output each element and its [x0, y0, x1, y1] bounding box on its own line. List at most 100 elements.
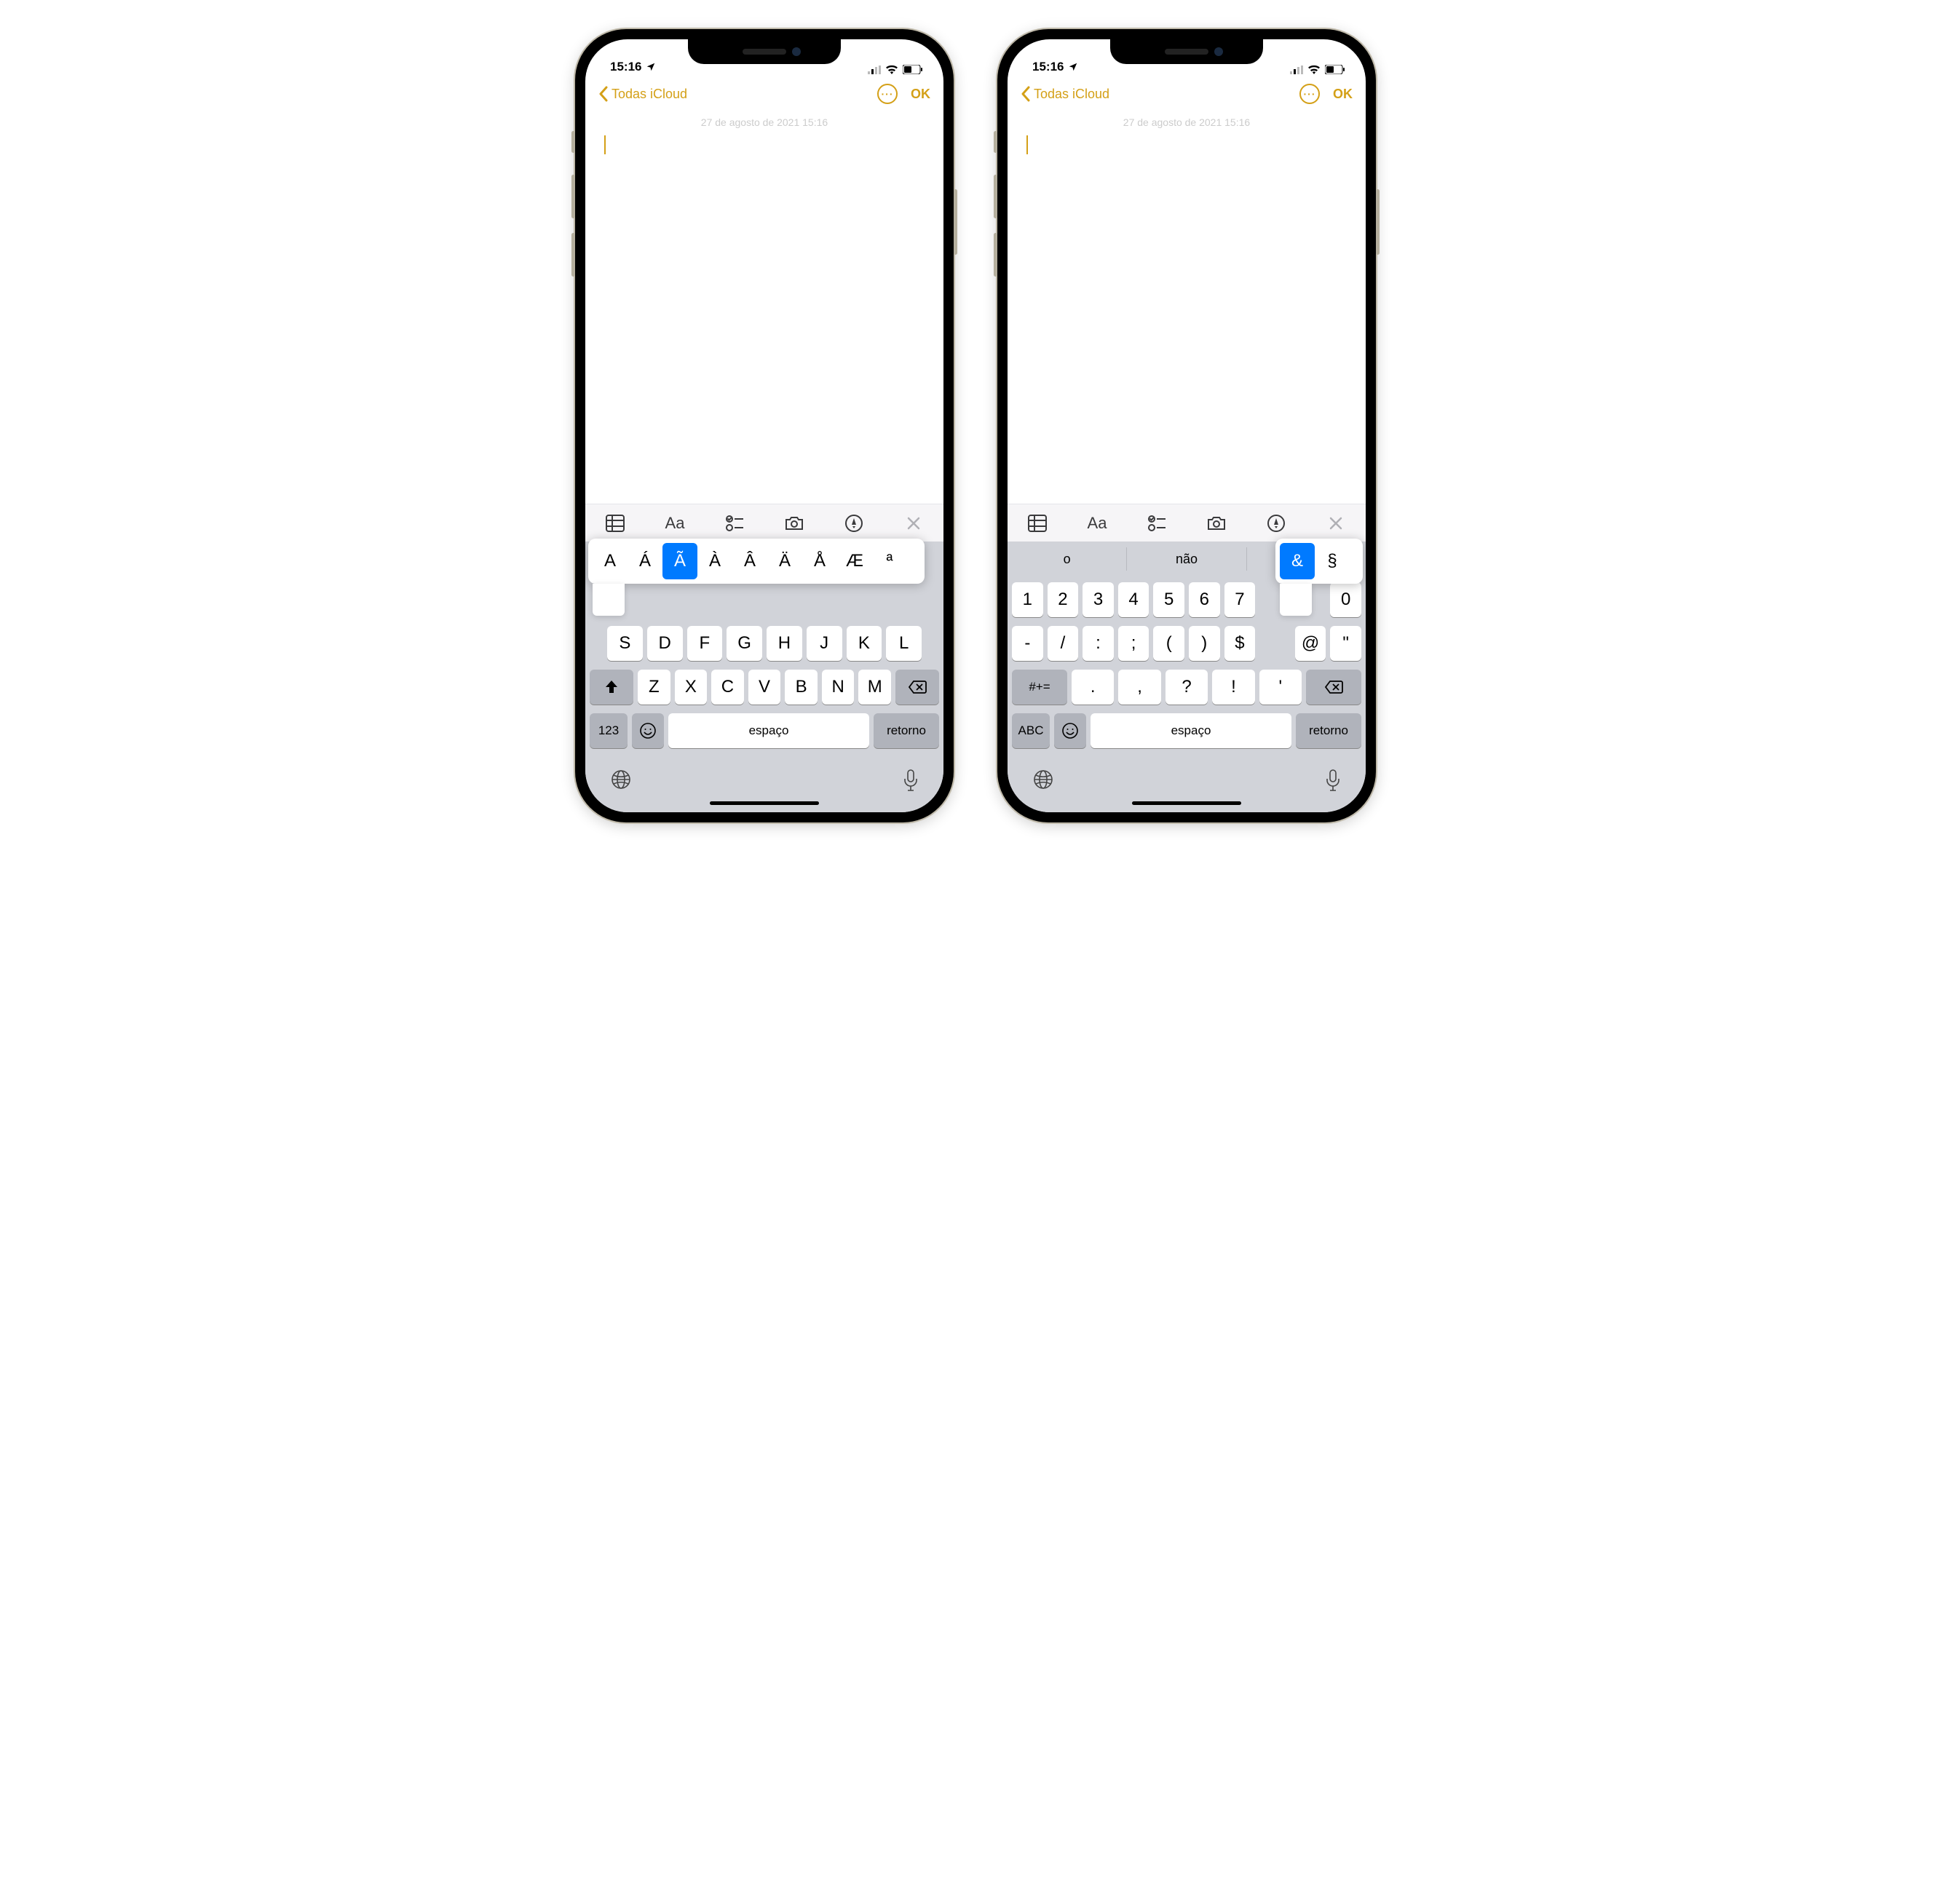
- space-key[interactable]: espaço: [1091, 713, 1291, 748]
- volume-down[interactable]: [994, 233, 997, 277]
- iphone-right: 15:16 Todas iCloud ··· OK 27 de agosto d…: [997, 29, 1376, 822]
- key-F[interactable]: F: [687, 626, 723, 661]
- key-L[interactable]: L: [886, 626, 922, 661]
- popup-key-Aring[interactable]: Å: [802, 543, 837, 579]
- table-icon[interactable]: [601, 509, 629, 537]
- checklist-icon[interactable]: [721, 509, 748, 537]
- key-0[interactable]: 0: [1330, 582, 1361, 617]
- key-M[interactable]: M: [858, 670, 891, 705]
- popup-key-AE[interactable]: Æ: [837, 543, 872, 579]
- key-N[interactable]: N: [822, 670, 855, 705]
- key-K[interactable]: K: [847, 626, 882, 661]
- key-quote[interactable]: ": [1330, 626, 1361, 661]
- key-semicolon[interactable]: ;: [1118, 626, 1149, 661]
- camera-icon[interactable]: [780, 509, 808, 537]
- popup-key-Acirc[interactable]: Â: [732, 543, 767, 579]
- key-slash[interactable]: /: [1048, 626, 1079, 661]
- volume-up[interactable]: [994, 175, 997, 218]
- backspace-key[interactable]: [895, 670, 939, 705]
- format-icon[interactable]: Aa: [661, 509, 689, 537]
- close-toolbar-icon[interactable]: [900, 509, 927, 537]
- volume-down[interactable]: [571, 233, 575, 277]
- emoji-key[interactable]: [632, 713, 664, 748]
- amp-popup[interactable]: & §: [1275, 539, 1363, 584]
- accent-popup[interactable]: A Á Ã À Â Ä Å Æ ª: [588, 539, 925, 584]
- key-V[interactable]: V: [748, 670, 781, 705]
- silent-switch[interactable]: [571, 131, 575, 153]
- ok-button[interactable]: OK: [911, 87, 930, 102]
- key-dollar[interactable]: $: [1224, 626, 1256, 661]
- key-4[interactable]: 4: [1118, 582, 1149, 617]
- format-icon[interactable]: Aa: [1083, 509, 1111, 537]
- key-Z[interactable]: Z: [638, 670, 670, 705]
- key-at[interactable]: @: [1295, 626, 1326, 661]
- key-exclaim[interactable]: !: [1212, 670, 1254, 705]
- note-body[interactable]: 27 de agosto de 2021 15:16: [585, 112, 943, 504]
- popup-key-Atilde[interactable]: Ã: [662, 543, 697, 579]
- markup-icon[interactable]: [840, 509, 868, 537]
- home-indicator[interactable]: [710, 801, 819, 805]
- key-3[interactable]: 3: [1083, 582, 1114, 617]
- abc-key[interactable]: ABC: [1012, 713, 1050, 748]
- back-button[interactable]: Todas iCloud: [1021, 86, 1299, 102]
- num-key[interactable]: 123: [590, 713, 628, 748]
- popup-key-aord[interactable]: ª: [872, 543, 907, 579]
- key-6[interactable]: 6: [1189, 582, 1220, 617]
- cellular-icon: [1290, 66, 1303, 74]
- key-lparen[interactable]: (: [1153, 626, 1184, 661]
- note-body[interactable]: 27 de agosto de 2021 15:16: [1008, 112, 1366, 504]
- key-X[interactable]: X: [675, 670, 708, 705]
- power-button[interactable]: [954, 189, 957, 255]
- more-button[interactable]: ···: [1299, 84, 1320, 104]
- backspace-key[interactable]: [1306, 670, 1361, 705]
- popup-key-A[interactable]: A: [593, 543, 628, 579]
- popup-key-Aacute[interactable]: Á: [628, 543, 662, 579]
- key-period[interactable]: .: [1072, 670, 1114, 705]
- globe-icon[interactable]: [1032, 769, 1054, 794]
- key-5[interactable]: 5: [1153, 582, 1184, 617]
- key-comma[interactable]: ,: [1118, 670, 1160, 705]
- silent-switch[interactable]: [994, 131, 997, 153]
- return-key[interactable]: retorno: [874, 713, 939, 748]
- key-D[interactable]: D: [647, 626, 683, 661]
- key-7[interactable]: 7: [1224, 582, 1256, 617]
- key-S[interactable]: S: [607, 626, 643, 661]
- space-key[interactable]: espaço: [668, 713, 869, 748]
- checklist-icon[interactable]: [1143, 509, 1171, 537]
- shift-key[interactable]: [590, 670, 633, 705]
- close-toolbar-icon[interactable]: [1322, 509, 1350, 537]
- return-key[interactable]: retorno: [1296, 713, 1361, 748]
- key-C[interactable]: C: [711, 670, 744, 705]
- mic-icon[interactable]: [1325, 769, 1341, 796]
- popup-key-amp[interactable]: &: [1280, 543, 1315, 579]
- table-icon[interactable]: [1024, 509, 1051, 537]
- more-button[interactable]: ···: [877, 84, 898, 104]
- camera-icon[interactable]: [1203, 509, 1230, 537]
- popup-key-section[interactable]: §: [1315, 543, 1350, 579]
- home-indicator[interactable]: [1132, 801, 1241, 805]
- ok-button[interactable]: OK: [1333, 87, 1353, 102]
- key-2[interactable]: 2: [1048, 582, 1079, 617]
- suggestion-2[interactable]: não: [1126, 547, 1246, 571]
- volume-up[interactable]: [571, 175, 575, 218]
- symbols-key[interactable]: #+=: [1012, 670, 1067, 705]
- key-rparen[interactable]: ): [1189, 626, 1220, 661]
- popup-key-Agrave[interactable]: À: [697, 543, 732, 579]
- emoji-key[interactable]: [1054, 713, 1086, 748]
- key-J[interactable]: J: [807, 626, 842, 661]
- mic-icon[interactable]: [903, 769, 919, 796]
- key-colon[interactable]: :: [1083, 626, 1114, 661]
- suggestion-1[interactable]: o: [1008, 542, 1126, 576]
- back-button[interactable]: Todas iCloud: [598, 86, 877, 102]
- key-apos[interactable]: ': [1259, 670, 1302, 705]
- key-H[interactable]: H: [767, 626, 802, 661]
- markup-icon[interactable]: [1262, 509, 1290, 537]
- power-button[interactable]: [1376, 189, 1380, 255]
- key-B[interactable]: B: [785, 670, 818, 705]
- globe-icon[interactable]: [610, 769, 632, 794]
- popup-key-Auml[interactable]: Ä: [767, 543, 802, 579]
- key-question[interactable]: ?: [1166, 670, 1208, 705]
- key-1[interactable]: 1: [1012, 582, 1043, 617]
- key-dash[interactable]: -: [1012, 626, 1043, 661]
- key-G[interactable]: G: [727, 626, 762, 661]
